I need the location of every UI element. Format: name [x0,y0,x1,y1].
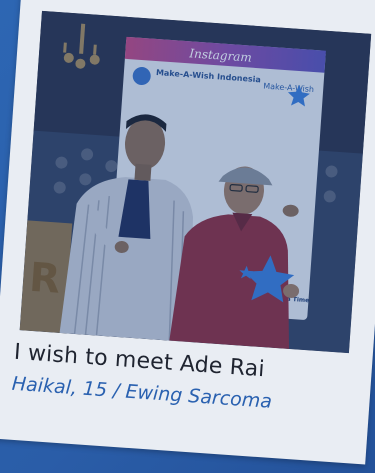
photo: R Instagram Make-A-Wish Indonesia Make-A… [19,10,372,354]
background: R Instagram Make-A-Wish Indonesia Make-A… [0,0,375,473]
polaroid-card: R Instagram Make-A-Wish Indonesia Make-A… [0,0,375,465]
